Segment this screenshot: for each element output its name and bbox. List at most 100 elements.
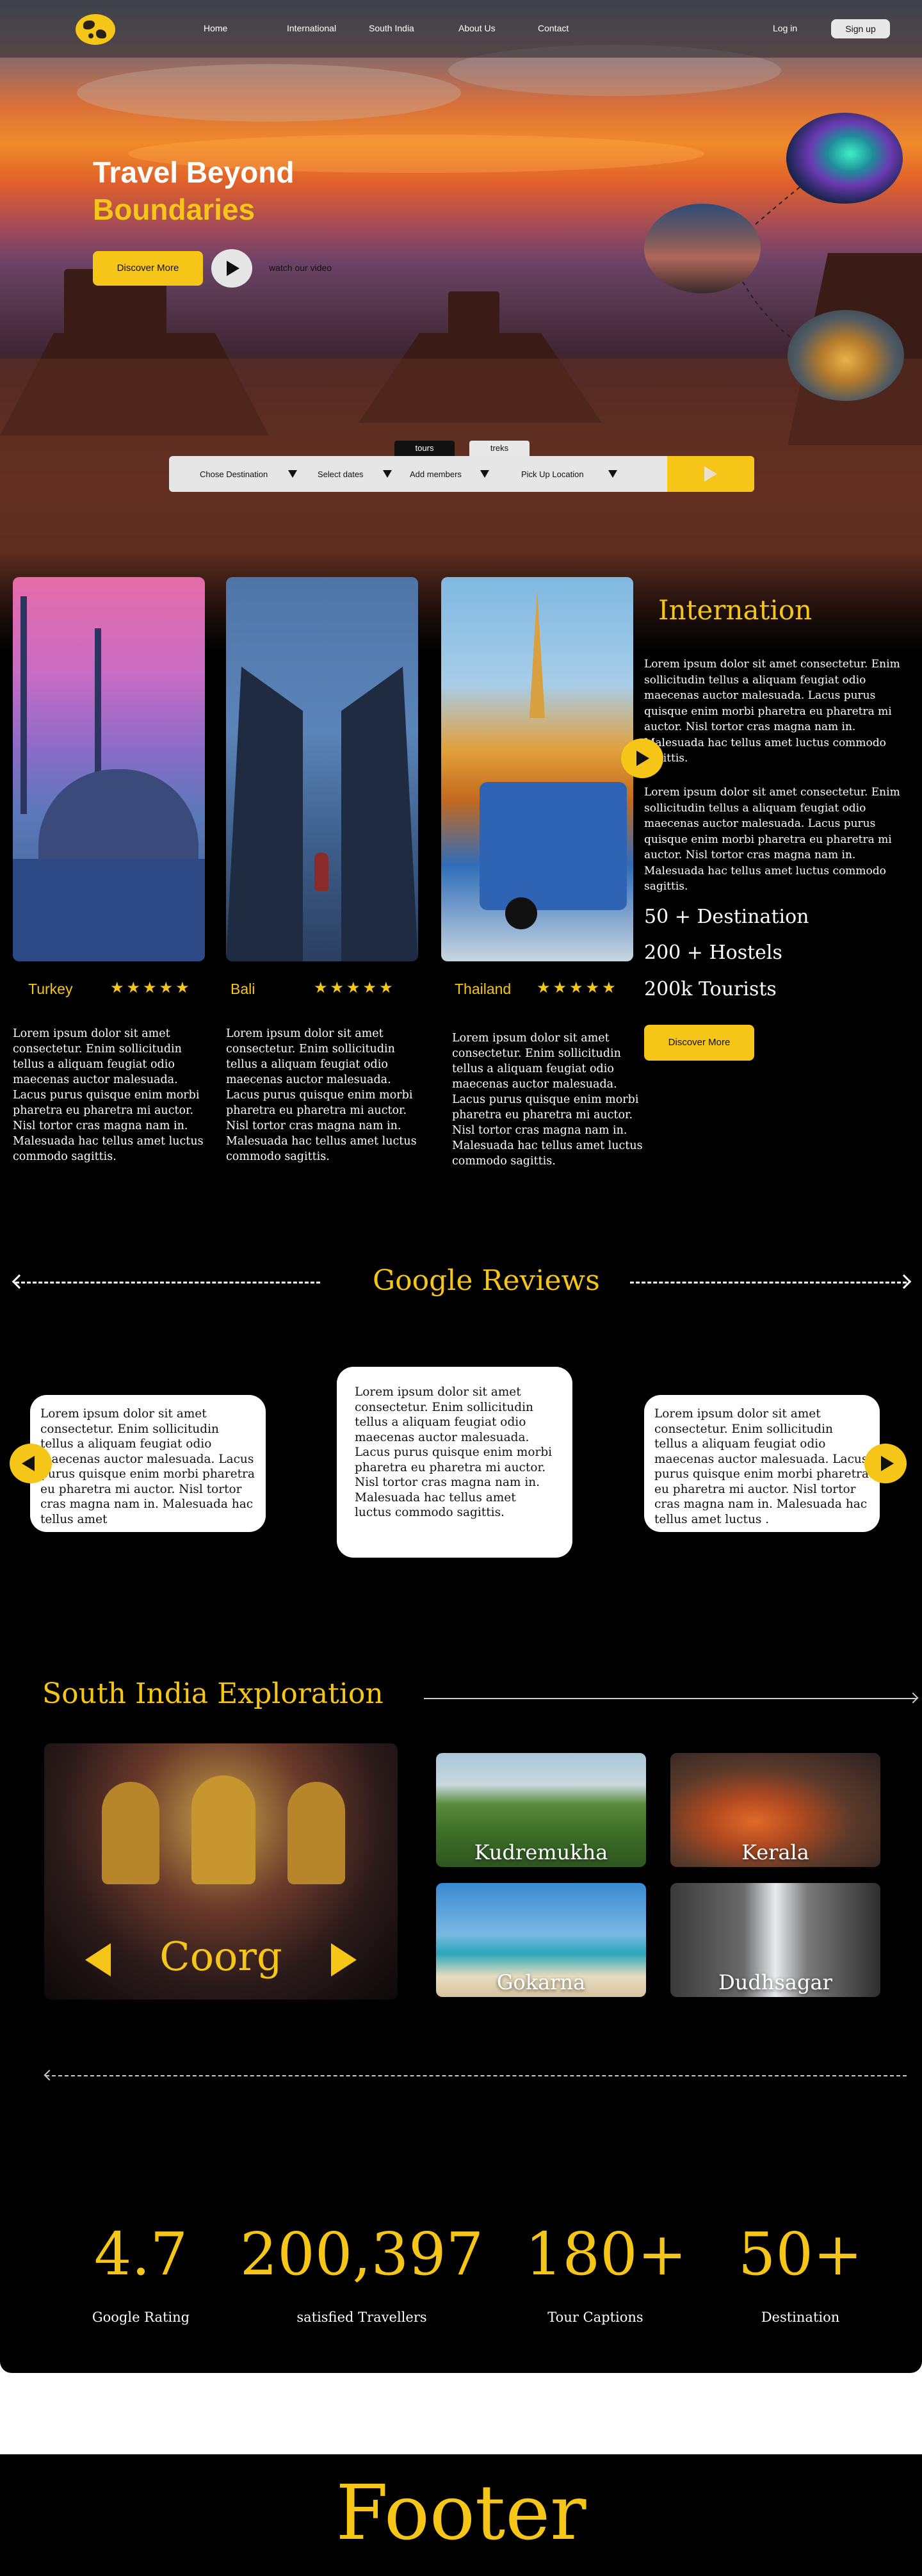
spot-card-kudremukha[interactable]: Kudremukha (436, 1753, 646, 1867)
carousel-next-button[interactable] (621, 738, 663, 778)
spot-name: Kerala (741, 1840, 809, 1864)
tuktuk (480, 782, 627, 910)
coorg-next-icon[interactable] (331, 1943, 357, 1977)
spot-name: Dudhsagar (718, 1970, 832, 1994)
destination-name-turkey: Turkey (28, 981, 73, 997)
temple-spire (530, 590, 545, 718)
reviews-next-button[interactable] (864, 1444, 907, 1483)
section-divider (45, 2075, 907, 2076)
review-card: Lorem ipsum dolor sit amet consectetur. … (644, 1395, 880, 1532)
statue-left (102, 1782, 159, 1884)
desert-floor (0, 359, 922, 551)
arrow-right-icon (907, 1692, 919, 1704)
rating-stars-turkey: ★★★★★ (110, 979, 192, 997)
footer-title: Footer (336, 2468, 586, 2557)
counter-label-tours: Tour Captions (547, 2310, 643, 2325)
play-icon (636, 751, 649, 766)
gate-left (226, 667, 303, 961)
stat-tourists: 200k Tourists (644, 978, 777, 1000)
counter-tours: 180+ (525, 2220, 687, 2288)
review-text: Lorem ipsum dolor sit amet consectetur. … (654, 1407, 869, 1526)
mosque-dome (38, 769, 198, 865)
buddha-photo-bubble (788, 310, 904, 401)
tuktuk-wheel (505, 897, 537, 929)
destination-desc-bali: Lorem ipsum dolor sit amet consectetur. … (226, 1027, 417, 1163)
navbar: Home International South India About Us … (0, 0, 922, 58)
counter-label-destinations: Destination (761, 2310, 840, 2325)
featured-destination-coorg[interactable]: Coorg (44, 1743, 398, 2000)
reviews-left-line (15, 1282, 320, 1284)
destination-desc-turkey: Lorem ipsum dolor sit amet consectetur. … (13, 1027, 204, 1163)
statue-right (287, 1782, 345, 1884)
footer: Footer (0, 2454, 922, 2576)
reviews-prev-button[interactable] (10, 1444, 52, 1483)
stat-destinations: 50 + Destination (644, 906, 809, 928)
statue-center (191, 1775, 255, 1884)
dates-select[interactable]: Select dates (318, 469, 364, 479)
watch-video-link[interactable]: watch our video (269, 263, 332, 273)
reviews-right-line (630, 1282, 907, 1284)
chevron-down-icon[interactable] (480, 470, 489, 478)
spot-card-kerala[interactable]: Kerala (670, 1753, 880, 1867)
destination-card-bali[interactable] (226, 577, 418, 961)
destination-card-thailand[interactable] (441, 577, 633, 961)
destination-select[interactable]: Chose Destination (200, 469, 268, 479)
play-icon (227, 261, 239, 276)
spot-card-dudhsagar[interactable]: Dudhsagar (670, 1883, 880, 1997)
counter-rating: 4.7 (93, 2220, 188, 2288)
international-discover-button[interactable]: Discover More (644, 1025, 754, 1061)
reviews-title: Google Reviews (373, 1264, 600, 1297)
rating-stars-bali: ★★★★★ (314, 979, 396, 997)
search-bar: Chose Destination Select dates Add membe… (169, 456, 754, 492)
aurora-photo-bubble (786, 113, 903, 204)
main-page: Home International South India About Us … (0, 0, 922, 2373)
login-link[interactable]: Log in (773, 23, 797, 33)
tab-treks[interactable]: treks (469, 441, 530, 456)
signup-button[interactable]: Sign up (831, 19, 890, 38)
hero-title: Travel Beyond (93, 156, 295, 189)
destination-card-turkey[interactable] (13, 577, 205, 961)
stat-hostels: 200 + Hostels (644, 942, 782, 964)
counter-travellers: 200,397 (239, 2220, 484, 2288)
hero-title-accent: Boundaries (93, 193, 255, 226)
international-paragraph-2: Lorem ipsum dolor sit amet consectetur. … (644, 786, 900, 893)
review-text: Lorem ipsum dolor sit amet consectetur. … (355, 1385, 553, 1519)
arrow-right-icon (896, 1274, 912, 1289)
chevron-down-icon[interactable] (288, 470, 297, 478)
chevron-down-icon[interactable] (608, 470, 617, 478)
counter-label-rating: Google Rating (92, 2310, 190, 2325)
arrow-left-icon (12, 1274, 27, 1289)
counter-label-travellers: satisfied Travellers (296, 2310, 427, 2325)
hero-section: Home International South India About Us … (0, 0, 922, 653)
person-figure (314, 852, 328, 891)
destination-name-bali: Bali (230, 981, 255, 997)
rating-stars-thailand: ★★★★★ (537, 979, 619, 997)
tab-tours[interactable]: tours (394, 441, 455, 456)
destination-desc-thailand: Lorem ipsum dolor sit amet consectetur. … (452, 1032, 643, 1168)
discover-more-button[interactable]: Discover More (93, 251, 203, 286)
destination-name-thailand: Thailand (455, 981, 512, 997)
logo-globe-icon[interactable] (76, 14, 115, 45)
chevron-down-icon[interactable] (383, 470, 392, 478)
nav-link-contact[interactable]: Contact (538, 23, 569, 33)
review-card: Lorem ipsum dolor sit amet consectetur. … (30, 1395, 266, 1532)
minaret-left (20, 596, 27, 814)
chevron-left-icon (22, 1456, 35, 1471)
mosque-base (13, 859, 205, 961)
gate-right (341, 667, 418, 961)
nav-link-home[interactable]: Home (204, 23, 227, 33)
nav-link-about-us[interactable]: About Us (458, 23, 496, 33)
pickup-select[interactable]: Pick Up Location (521, 469, 584, 479)
arrow-left-icon (44, 2069, 55, 2081)
south-india-title: South India Exploration (42, 1677, 384, 1710)
spot-card-gokarna[interactable]: Gokarna (436, 1883, 646, 1997)
market-photo-bubble (644, 204, 761, 293)
search-button[interactable] (667, 456, 754, 492)
south-india-line (424, 1698, 917, 1699)
members-select[interactable]: Add members (410, 469, 462, 479)
play-video-button[interactable] (211, 249, 252, 288)
international-paragraph-1: Lorem ipsum dolor sit amet consectetur. … (644, 658, 900, 765)
spot-name: Gokarna (496, 1970, 586, 1994)
nav-link-south-india[interactable]: South India (369, 23, 414, 33)
nav-link-international[interactable]: International (287, 23, 336, 33)
